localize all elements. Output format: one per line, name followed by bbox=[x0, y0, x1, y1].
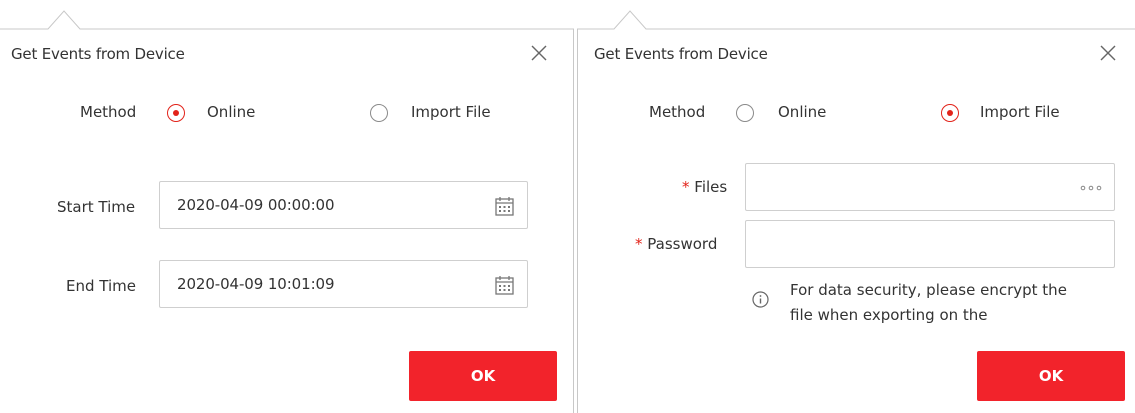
password-label-text: Password bbox=[647, 235, 718, 253]
radio-online-label[interactable]: Online bbox=[778, 103, 826, 121]
radio-import-file[interactable] bbox=[370, 104, 388, 122]
end-time-label: End Time bbox=[66, 277, 136, 295]
close-icon[interactable] bbox=[530, 44, 548, 62]
dialog-left-border bbox=[577, 29, 578, 413]
close-icon[interactable] bbox=[1099, 44, 1117, 62]
start-time-label: Start Time bbox=[57, 198, 136, 216]
dialog-right-border bbox=[573, 29, 574, 413]
calendar-icon[interactable] bbox=[495, 196, 514, 216]
required-mark: * bbox=[682, 178, 690, 196]
radio-import-file-label[interactable]: Import File bbox=[980, 103, 1060, 121]
method-label: Method bbox=[80, 103, 137, 121]
password-label: * Password bbox=[635, 235, 717, 253]
start-time-value: 2020-04-09 00:00:00 bbox=[177, 196, 335, 214]
dialog-title: Get Events from Device bbox=[11, 45, 185, 63]
calendar-icon[interactable] bbox=[495, 275, 514, 295]
start-time-field[interactable]: 2020-04-09 00:00:00 bbox=[159, 181, 528, 229]
radio-online[interactable] bbox=[736, 104, 754, 122]
dialog-arrow-tip bbox=[0, 10, 574, 40]
security-note: For data security, please encrypt the fi… bbox=[790, 281, 1067, 324]
required-mark: * bbox=[635, 235, 643, 253]
dialog-import-file: Get Events from Device Method Online Imp… bbox=[577, 0, 1135, 413]
files-field[interactable] bbox=[745, 163, 1115, 211]
end-time-value: 2020-04-09 10:01:09 bbox=[177, 275, 335, 293]
dialog-online: Get Events from Device Method Online Imp… bbox=[0, 0, 574, 413]
files-label: * Files bbox=[682, 178, 727, 196]
ok-button[interactable]: OK bbox=[977, 351, 1125, 401]
radio-online[interactable] bbox=[167, 104, 185, 122]
radio-online-label[interactable]: Online bbox=[207, 103, 255, 121]
radio-import-file[interactable] bbox=[941, 104, 959, 122]
dialog-arrow-tip bbox=[577, 10, 1135, 40]
more-dots-icon[interactable] bbox=[1080, 184, 1102, 192]
end-time-field[interactable]: 2020-04-09 10:01:09 bbox=[159, 260, 528, 308]
method-label: Method bbox=[649, 103, 706, 121]
radio-import-file-label[interactable]: Import File bbox=[411, 103, 491, 121]
ok-button[interactable]: OK bbox=[409, 351, 557, 401]
password-field[interactable] bbox=[745, 220, 1115, 268]
dialog-title: Get Events from Device bbox=[594, 45, 768, 63]
info-icon bbox=[752, 291, 769, 308]
files-label-text: Files bbox=[694, 178, 728, 196]
